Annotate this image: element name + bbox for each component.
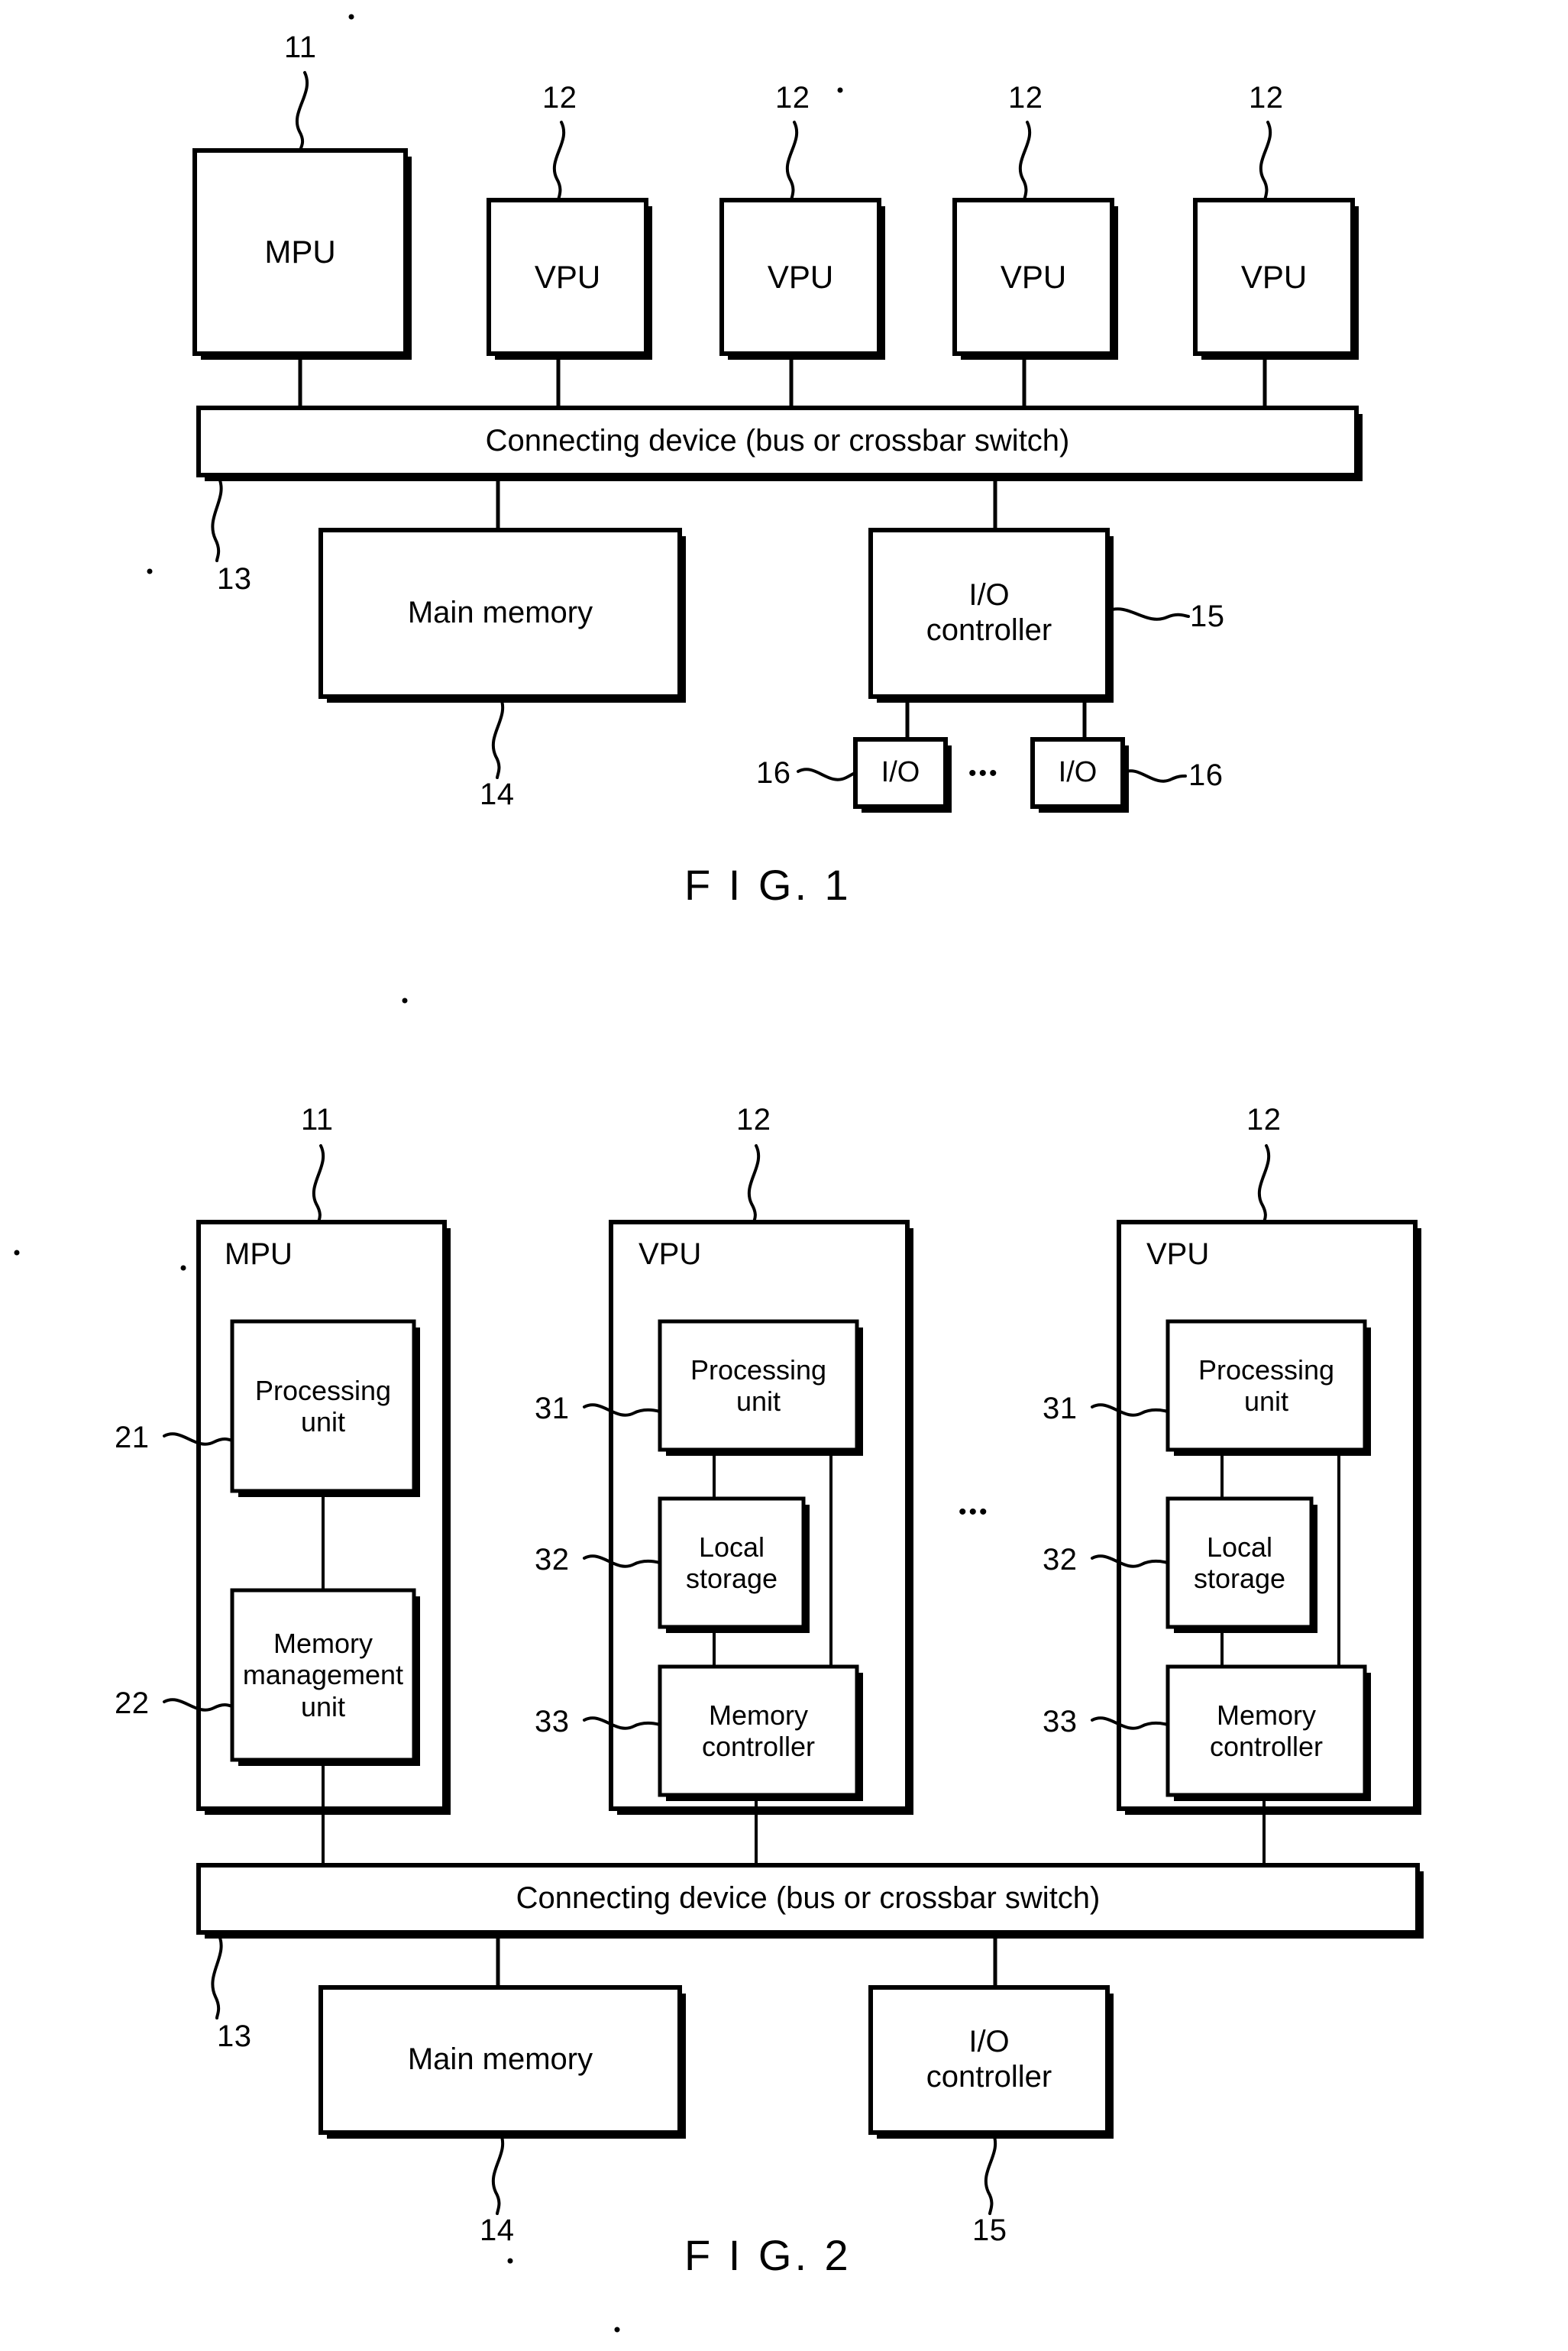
fig2-vpu1-ref-33: 33 xyxy=(535,1705,570,1738)
fig2-vpu1-processing-unit-line2: unit xyxy=(736,1386,781,1417)
fig2-vpu1-local-storage-line1: Local xyxy=(698,1531,765,1563)
fig2-vpu2-ref-31: 31 xyxy=(1043,1392,1078,1425)
fig2-main-memory-label: Main memory xyxy=(407,2042,593,2077)
fig1-vpu-label-2: VPU xyxy=(767,258,834,295)
fig1-ref-12-c: 12 xyxy=(1008,81,1043,115)
fig2-ref-21: 21 xyxy=(115,1421,150,1454)
fig2-vpu2-processing-unit-line1: Processing xyxy=(1198,1353,1335,1386)
fig2-vpu2-local-storage-line1: Local xyxy=(1206,1531,1273,1563)
fig2-vpu2-local-storage: Local storage xyxy=(1168,1499,1311,1627)
fig1-vpu-label-1: VPU xyxy=(534,258,601,295)
fig1-ref-14: 14 xyxy=(480,778,515,811)
fig2-bus-label: Connecting device (bus or crossbar switc… xyxy=(516,1881,1101,1916)
fig1-io-ellipsis: ••• xyxy=(968,761,1000,786)
fig2-mpu-processing-unit-line2: unit xyxy=(300,1406,346,1437)
fig2-io-controller-line1: I/O xyxy=(968,2025,1010,2059)
fig2-mmu-line2: management xyxy=(242,1659,404,1691)
fig2-vpu1-ref-31: 31 xyxy=(535,1392,570,1425)
fig2-vpu2-memory-controller-line1: Memory xyxy=(1216,1699,1316,1731)
fig2-ref-12-b: 12 xyxy=(1246,1103,1282,1137)
fig2-ref-22: 22 xyxy=(115,1686,150,1720)
fig1-ref-13: 13 xyxy=(217,562,252,596)
fig1-ref-16-left: 16 xyxy=(756,756,791,790)
fig2-vpu1-processing-unit-line1: Processing xyxy=(690,1353,827,1386)
fig2-ref-13: 13 xyxy=(217,2020,252,2053)
fig2-mmu-line1: Memory xyxy=(273,1628,373,1660)
fig2-vpu1-memory-controller-line2: controller xyxy=(701,1731,816,1762)
fig2-mpu-processing-unit: Processing unit xyxy=(232,1321,414,1491)
fig2-ref-14: 14 xyxy=(480,2214,515,2247)
fig2-mpu-processing-unit-line1: Processing xyxy=(254,1374,392,1406)
fig2-io-controller-line2: controller xyxy=(926,2060,1052,2094)
fig2-vpu-title-1: VPU xyxy=(639,1237,702,1271)
fig1-vpu-label-4: VPU xyxy=(1240,258,1308,295)
fig2-vpu1-local-storage: Local storage xyxy=(660,1499,803,1627)
fig1-io-device-2: I/O xyxy=(1058,756,1098,789)
fig1-io-controller-label: I/O controller xyxy=(871,530,1107,697)
fig2-mpu-memory-management-unit: Memory management unit xyxy=(232,1590,414,1760)
fig1-ref-12-a: 12 xyxy=(542,81,577,115)
fig1-vpu-label-3: VPU xyxy=(1000,258,1067,295)
fig2-vpu2-memory-controller: Memory controller xyxy=(1168,1667,1365,1795)
fig2-vpu2-ref-33: 33 xyxy=(1043,1705,1078,1738)
fig2-ref-15: 15 xyxy=(972,2214,1007,2247)
fig1-io-controller-line1: I/O xyxy=(968,578,1010,613)
fig2-vpu2-memory-controller-line2: controller xyxy=(1209,1731,1324,1762)
fig2-caption: F I G. 2 xyxy=(684,2231,852,2279)
patent-drawing-sheet: .bx { fill:#ffffff; stroke:#000000; stro… xyxy=(0,0,1568,2351)
fig2-vpu-title-2: VPU xyxy=(1146,1237,1210,1271)
fig2-vpu1-processing-unit: Processing unit xyxy=(660,1321,857,1450)
fig1-ref-12-d: 12 xyxy=(1249,81,1284,115)
fig2-mmu-line3: unit xyxy=(300,1690,346,1722)
fig2-vpu1-memory-controller: Memory controller xyxy=(660,1667,857,1795)
fig1-ref-16-right: 16 xyxy=(1188,758,1224,792)
fig1-caption: F I G. 1 xyxy=(684,861,852,909)
fig2-ref-12-a: 12 xyxy=(736,1103,771,1137)
fig1-io-device-1: I/O xyxy=(881,756,920,789)
fig1-bus-label: Connecting device (bus or crossbar switc… xyxy=(485,424,1070,458)
fig1-main-memory-label: Main memory xyxy=(407,596,593,630)
fig2-vpu2-local-storage-line2: storage xyxy=(1193,1563,1286,1594)
fig1-mpu-label: MPU xyxy=(264,234,336,270)
fig2-vpu1-local-storage-line2: storage xyxy=(685,1563,778,1594)
fig1-ref-11: 11 xyxy=(284,31,317,64)
fig2-unit-ellipsis: ••• xyxy=(959,1499,990,1525)
fig2-ref-11: 11 xyxy=(301,1103,334,1137)
fig1-ref-12-b: 12 xyxy=(775,81,810,115)
fig1-io-controller-line2: controller xyxy=(926,613,1052,647)
fig2-io-controller-label: I/O controller xyxy=(871,1987,1107,2133)
fig2-vpu2-ref-32: 32 xyxy=(1043,1543,1078,1576)
fig2-mpu-title: MPU xyxy=(225,1237,293,1271)
fig2-vpu2-processing-unit-line2: unit xyxy=(1243,1386,1289,1417)
fig2-vpu1-memory-controller-line1: Memory xyxy=(708,1699,808,1731)
fig1-ref-15: 15 xyxy=(1190,600,1225,633)
fig2-vpu1-ref-32: 32 xyxy=(535,1543,570,1576)
fig2-vpu2-processing-unit: Processing unit xyxy=(1168,1321,1365,1450)
